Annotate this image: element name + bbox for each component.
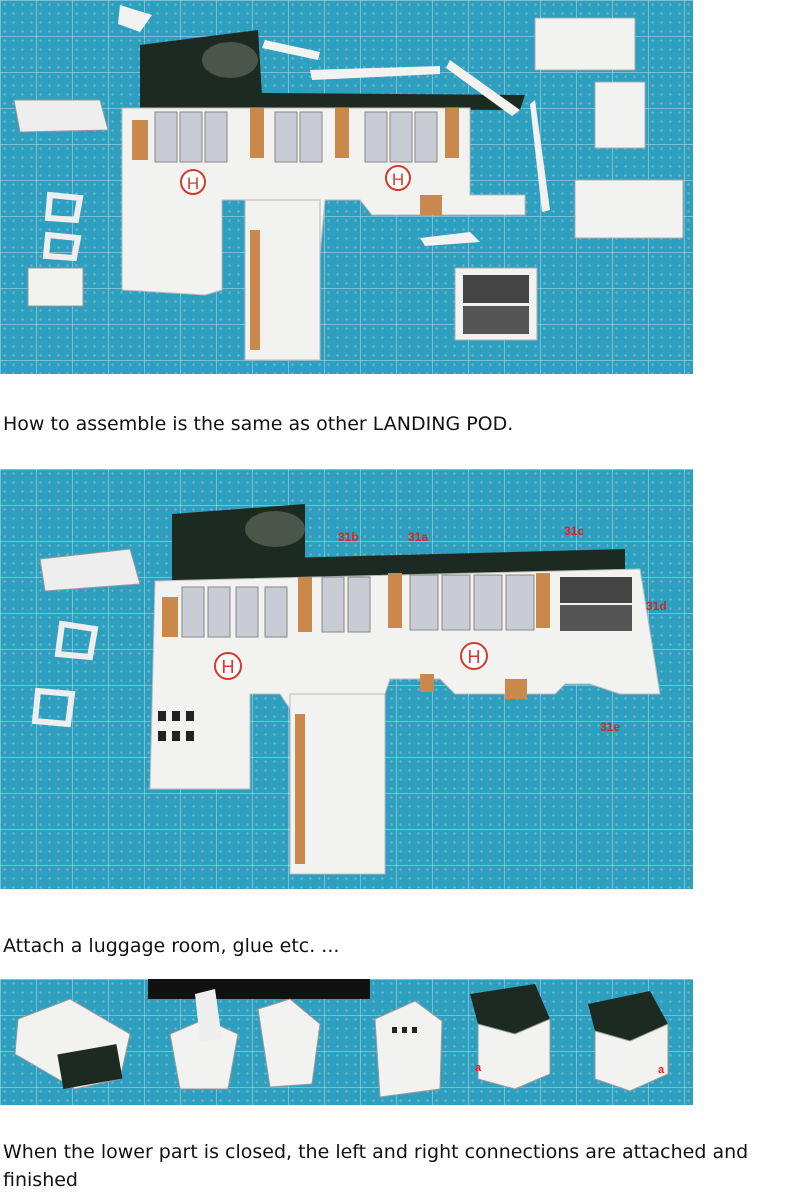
assembly-sequence-illustration: a a: [14, 979, 669, 1098]
assembly-photo-1: H H: [0, 0, 693, 374]
parts-illustration-1: H H: [13, 5, 684, 361]
part-label-31a: 31a: [408, 530, 428, 544]
heli-mark-2-text: H: [468, 647, 481, 667]
assembly-photo-2: H H 31b 31a 31c 31d 31e: [0, 469, 693, 889]
heli-mark-2-text: H: [392, 170, 404, 189]
caption-step-3: When the lower part is closed, the left …: [3, 1141, 749, 1191]
mark-a-right: a: [658, 1064, 665, 1076]
assembly-photo-3: a a: [0, 979, 693, 1105]
part-label-31b: 31b: [338, 530, 359, 544]
parts-illustration-2: H H 31b 31a 31c 31d 31e: [31, 504, 667, 875]
mark-a-left: a: [475, 1062, 482, 1074]
part-label-31c: 31c: [564, 524, 584, 538]
caption-step-2: Attach a luggage room, glue etc. ...: [3, 935, 340, 957]
heli-mark-1-text: H: [187, 174, 199, 193]
part-label-31e: 31e: [600, 720, 620, 734]
heli-mark-1-text: H: [222, 657, 235, 677]
part-label-31d: 31d: [646, 599, 667, 613]
caption-step-1: How to assemble is the same as other LAN…: [3, 413, 514, 435]
